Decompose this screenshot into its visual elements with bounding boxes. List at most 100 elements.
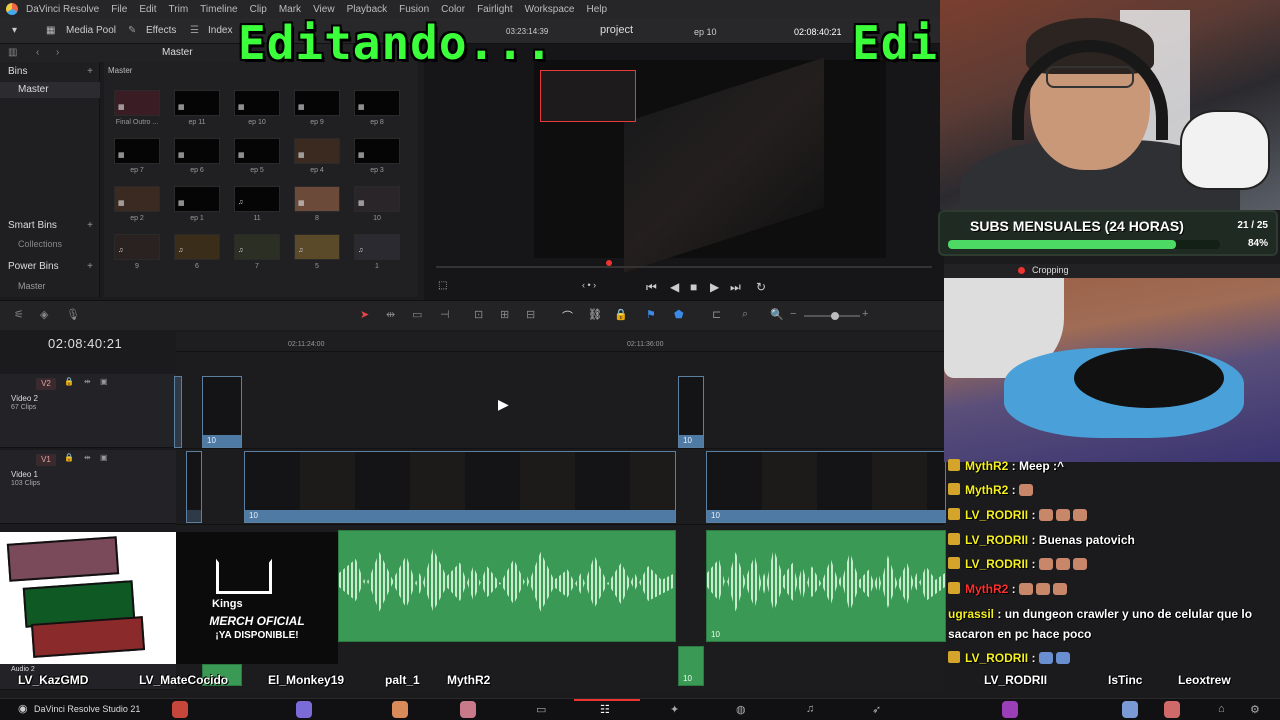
loop-icon[interactable]: ↻ (756, 280, 766, 294)
media-pool-clip[interactable]: ▦ (294, 186, 340, 212)
lock-icon[interactable]: 🔒 (64, 377, 74, 386)
menu-help[interactable]: Help (586, 4, 607, 15)
media-pool-clip[interactable]: ♫ (354, 234, 400, 260)
add-smart-bin-icon[interactable]: + (87, 220, 93, 231)
full-extent-zoom-icon[interactable]: ⊏ (712, 308, 721, 321)
menu-color[interactable]: Color (441, 4, 465, 15)
custom-zoom-icon[interactable]: 🔍 (770, 308, 784, 321)
menu-mark[interactable]: Mark (279, 4, 301, 15)
bin-master[interactable]: Master (0, 82, 100, 98)
edit-page-icon[interactable]: ☷ (600, 703, 610, 716)
marker-icon[interactable]: ⬟ (674, 308, 684, 321)
blade-tool-icon[interactable]: ⊣ (440, 308, 450, 321)
insert-clip-icon[interactable]: ⊡ (474, 308, 483, 321)
media-pool-clip[interactable]: ♫ (234, 234, 280, 260)
timeline-clip[interactable]: 10 (202, 376, 242, 448)
deliver-page-icon[interactable]: ➶ (872, 703, 881, 716)
expand-panel-icon[interactable]: ▾ (12, 25, 17, 36)
media-page-icon[interactable]: ▭ (536, 703, 546, 716)
stop-icon[interactable]: ■ (690, 280, 697, 294)
timeline-clip[interactable]: 10 (678, 376, 704, 448)
nav-back-icon[interactable]: ‹ (36, 47, 39, 58)
media-pool-clip[interactable]: ▦ (354, 138, 400, 164)
media-pool-clip[interactable]: ▦ (114, 186, 160, 212)
detail-zoom-icon[interactable]: ⌕ (742, 308, 748, 321)
project-manager-icon[interactable]: ⌂ (1218, 703, 1225, 715)
flag-icon[interactable]: ⚑ (646, 308, 656, 321)
timeline-clip[interactable] (174, 376, 182, 448)
power-bin-master[interactable]: Master (0, 278, 100, 294)
menu-view[interactable]: View (313, 4, 335, 15)
resolve-home-icon[interactable]: ◉ (18, 702, 28, 715)
timeline-view-options-icon[interactable]: ⚟ (14, 308, 24, 321)
media-pool-clip[interactable]: ▦ (234, 90, 280, 116)
timeline-clip[interactable]: 10 (244, 451, 676, 523)
index-button[interactable]: Index (208, 25, 232, 36)
replace-clip-icon[interactable]: ⊟ (526, 308, 535, 321)
timeline-clip[interactable]: 10 (706, 451, 946, 523)
index-icon[interactable]: ☰ (190, 25, 199, 36)
fairlight-page-icon[interactable]: ♫ (806, 703, 814, 715)
timeline-selector[interactable]: ep 10 (694, 27, 717, 37)
media-pool-clip[interactable]: ♫ (294, 234, 340, 260)
timeline-ruler[interactable]: 02:11:24:00 02:11:36:00 (176, 332, 944, 352)
track-visibility-icon[interactable]: ▣ (100, 377, 108, 386)
jog-control[interactable]: ‹ • › (582, 280, 596, 290)
media-pool-clip[interactable]: ▦ (294, 138, 340, 164)
panel-layout-icon[interactable]: ▥ (8, 47, 17, 58)
play-reverse-icon[interactable]: ◀ (670, 280, 679, 294)
audio-clip[interactable]: 10 (706, 530, 946, 642)
menu-playback[interactable]: Playback (347, 4, 388, 15)
go-to-start-icon[interactable]: ⏮ (646, 280, 657, 295)
playhead-marker[interactable] (606, 260, 612, 266)
media-pool-clip[interactable]: ▦ (234, 138, 280, 164)
overwrite-clip-icon[interactable]: ⊞ (500, 308, 509, 321)
voiceover-mic-icon[interactable]: 🎙 (66, 308, 80, 321)
trim-tool-icon[interactable]: ⇹ (386, 308, 395, 321)
viewer-frame[interactable] (534, 57, 886, 273)
effects-icon[interactable]: ✎ (128, 25, 136, 36)
position-lock-icon[interactable]: 🔒 (614, 308, 628, 321)
color-page-icon[interactable]: ◍ (736, 703, 746, 716)
media-pool-clip[interactable]: ♫ (174, 234, 220, 260)
menu-trim[interactable]: Trim (169, 4, 189, 15)
collections-item[interactable]: Collections (0, 236, 100, 252)
effects-button[interactable]: Effects (146, 25, 176, 36)
snapping-icon[interactable]: ⌒ (562, 308, 573, 324)
selection-tool-icon[interactable]: ➤ (360, 308, 369, 321)
media-pool-button[interactable]: Media Pool (66, 25, 116, 36)
media-pool-clip[interactable]: ▦ (354, 186, 400, 212)
auto-select-icon[interactable]: ⇹ (84, 377, 91, 386)
add-bin-icon[interactable]: + (87, 66, 93, 77)
timeline-clip[interactable] (186, 451, 202, 523)
media-pool-clip[interactable]: ▦ (114, 138, 160, 164)
zoom-out-icon[interactable]: − (790, 308, 796, 320)
scrubber-bar[interactable] (436, 266, 932, 268)
media-pool-clip[interactable]: ▦ (174, 186, 220, 212)
menu-timeline[interactable]: Timeline (200, 4, 237, 15)
menu-fairlight[interactable]: Fairlight (477, 4, 513, 15)
add-power-bin-icon[interactable]: + (87, 261, 93, 272)
media-pool-clip[interactable]: ▦ (174, 138, 220, 164)
lock-icon[interactable]: 🔒 (64, 453, 74, 462)
media-pool-clip[interactable]: ♫ (234, 186, 280, 212)
menu-edit[interactable]: Edit (139, 4, 156, 15)
audio-clip[interactable] (338, 530, 676, 642)
media-pool-clip[interactable]: ▦ (294, 90, 340, 116)
zoom-slider-knob[interactable] (831, 312, 839, 320)
linked-selection-icon[interactable]: ⛓ (588, 308, 602, 321)
track-header-v2[interactable]: V2 🔒 ⇹ ▣ Video 2 67 Clips (0, 374, 176, 448)
media-pool-clip[interactable]: ▦ (174, 90, 220, 116)
menu-workspace[interactable]: Workspace (525, 4, 575, 15)
fusion-page-icon[interactable]: ✦ (670, 703, 679, 716)
media-pool-clip[interactable]: ▦ (354, 90, 400, 116)
media-pool-icon[interactable]: ▦ (46, 25, 55, 36)
dynamic-trim-icon[interactable]: ▭ (412, 308, 422, 321)
track-header-v1[interactable]: V1 🔒 ⇹ ▣ Video 1 103 Clips (0, 450, 176, 524)
play-icon[interactable]: ▶ (710, 280, 719, 294)
media-pool-clip[interactable]: ▦ (114, 90, 160, 116)
crop-tool-icon[interactable]: ⬚ (438, 280, 447, 291)
nav-forward-icon[interactable]: › (56, 47, 59, 58)
media-pool-clip[interactable]: ♫ (114, 234, 160, 260)
auto-select-icon[interactable]: ⇹ (84, 453, 91, 462)
